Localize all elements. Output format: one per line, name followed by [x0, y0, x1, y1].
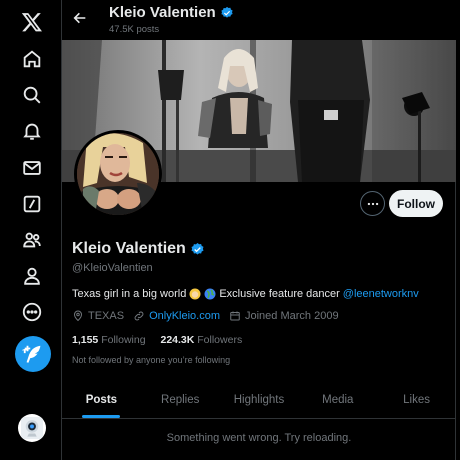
tab-media[interactable]: Media: [298, 381, 377, 418]
header-posts-count: 47.5K posts: [109, 24, 160, 35]
verified-badge-icon: [221, 6, 233, 18]
search-icon[interactable]: [14, 77, 50, 113]
following-count: 1,155: [72, 334, 99, 346]
followers-count: 224.3K: [160, 334, 195, 346]
profile-avatar[interactable]: [74, 130, 162, 218]
messages-icon[interactable]: [14, 150, 50, 186]
account-avatar[interactable]: [18, 414, 46, 442]
profile-tabs: Posts Replies Highlights Media Likes: [62, 381, 456, 419]
more-icon[interactable]: [14, 294, 50, 330]
profile-meta: TEXAS OnlyKleio.com Joined March 2009: [72, 310, 348, 322]
post-button[interactable]: [15, 336, 51, 372]
header-name: Kleio Valentien: [109, 4, 216, 21]
bio-text-1: Texas girl in a big world: [72, 288, 187, 300]
verified-badge-icon[interactable]: [190, 242, 205, 257]
website-link[interactable]: OnlyKleio.com: [149, 310, 220, 322]
link-icon: [134, 311, 144, 321]
avatar-photo: [77, 133, 159, 215]
follow-counts: 1,155 Following 224.3K Followers: [72, 334, 254, 346]
ellipsis-icon: [367, 202, 378, 205]
bio-text-2: Exclusive feature dancer: [219, 288, 340, 300]
location-item: TEXAS: [72, 310, 124, 322]
tab-highlights[interactable]: Highlights: [220, 381, 299, 418]
girl-emoji-icon: [189, 288, 201, 300]
not-followed-notice: Not followed by anyone you’re following: [72, 355, 231, 365]
profile-header-bar: Kleio Valentien 47.5K posts: [62, 0, 456, 40]
feather-icon: [22, 345, 41, 363]
left-nav: [0, 0, 62, 460]
joined-text: Joined March 2009: [245, 310, 339, 322]
tab-posts[interactable]: Posts: [62, 381, 141, 418]
arrow-left-icon: [73, 12, 86, 24]
profile-handle: @KleioValentien: [72, 262, 153, 274]
x-logo-icon[interactable]: [14, 4, 50, 40]
communities-icon[interactable]: [14, 222, 50, 258]
following-label: Following: [101, 334, 146, 346]
follow-button[interactable]: Follow: [389, 190, 443, 217]
profile-column: Kleio Valentien 47.5K posts Follow Kleio…: [62, 0, 456, 460]
grok-icon[interactable]: [14, 186, 50, 222]
location-pin-icon: [73, 310, 83, 322]
tab-replies[interactable]: Replies: [141, 381, 220, 418]
webcam-icon: [21, 417, 43, 439]
tab-likes[interactable]: Likes: [377, 381, 456, 418]
profile-bio: Texas girl in a big world Exclusive feat…: [72, 288, 419, 300]
header-title: Kleio Valentien: [109, 4, 234, 21]
profile-name: Kleio Valentien: [72, 240, 205, 258]
home-icon[interactable]: [14, 41, 50, 77]
more-options-button[interactable]: [360, 191, 385, 216]
profile-name-text: Kleio Valentien: [72, 240, 186, 257]
notifications-icon[interactable]: [14, 113, 50, 149]
website-item: OnlyKleio.com: [133, 310, 220, 322]
followers-label: Followers: [197, 334, 243, 346]
feed-error-message: Something went wrong. Try reloading.: [166, 432, 352, 444]
following-link[interactable]: 1,155 Following: [72, 334, 146, 346]
profile-icon[interactable]: [14, 258, 50, 294]
calendar-icon: [230, 311, 240, 321]
bio-mention-link[interactable]: @leenetworknv: [343, 288, 419, 300]
location-text: TEXAS: [88, 310, 125, 322]
back-button[interactable]: [70, 8, 90, 28]
followers-link[interactable]: 224.3K Followers: [160, 334, 242, 346]
globe-emoji-icon: [204, 288, 216, 300]
joined-item: Joined March 2009: [229, 310, 339, 322]
